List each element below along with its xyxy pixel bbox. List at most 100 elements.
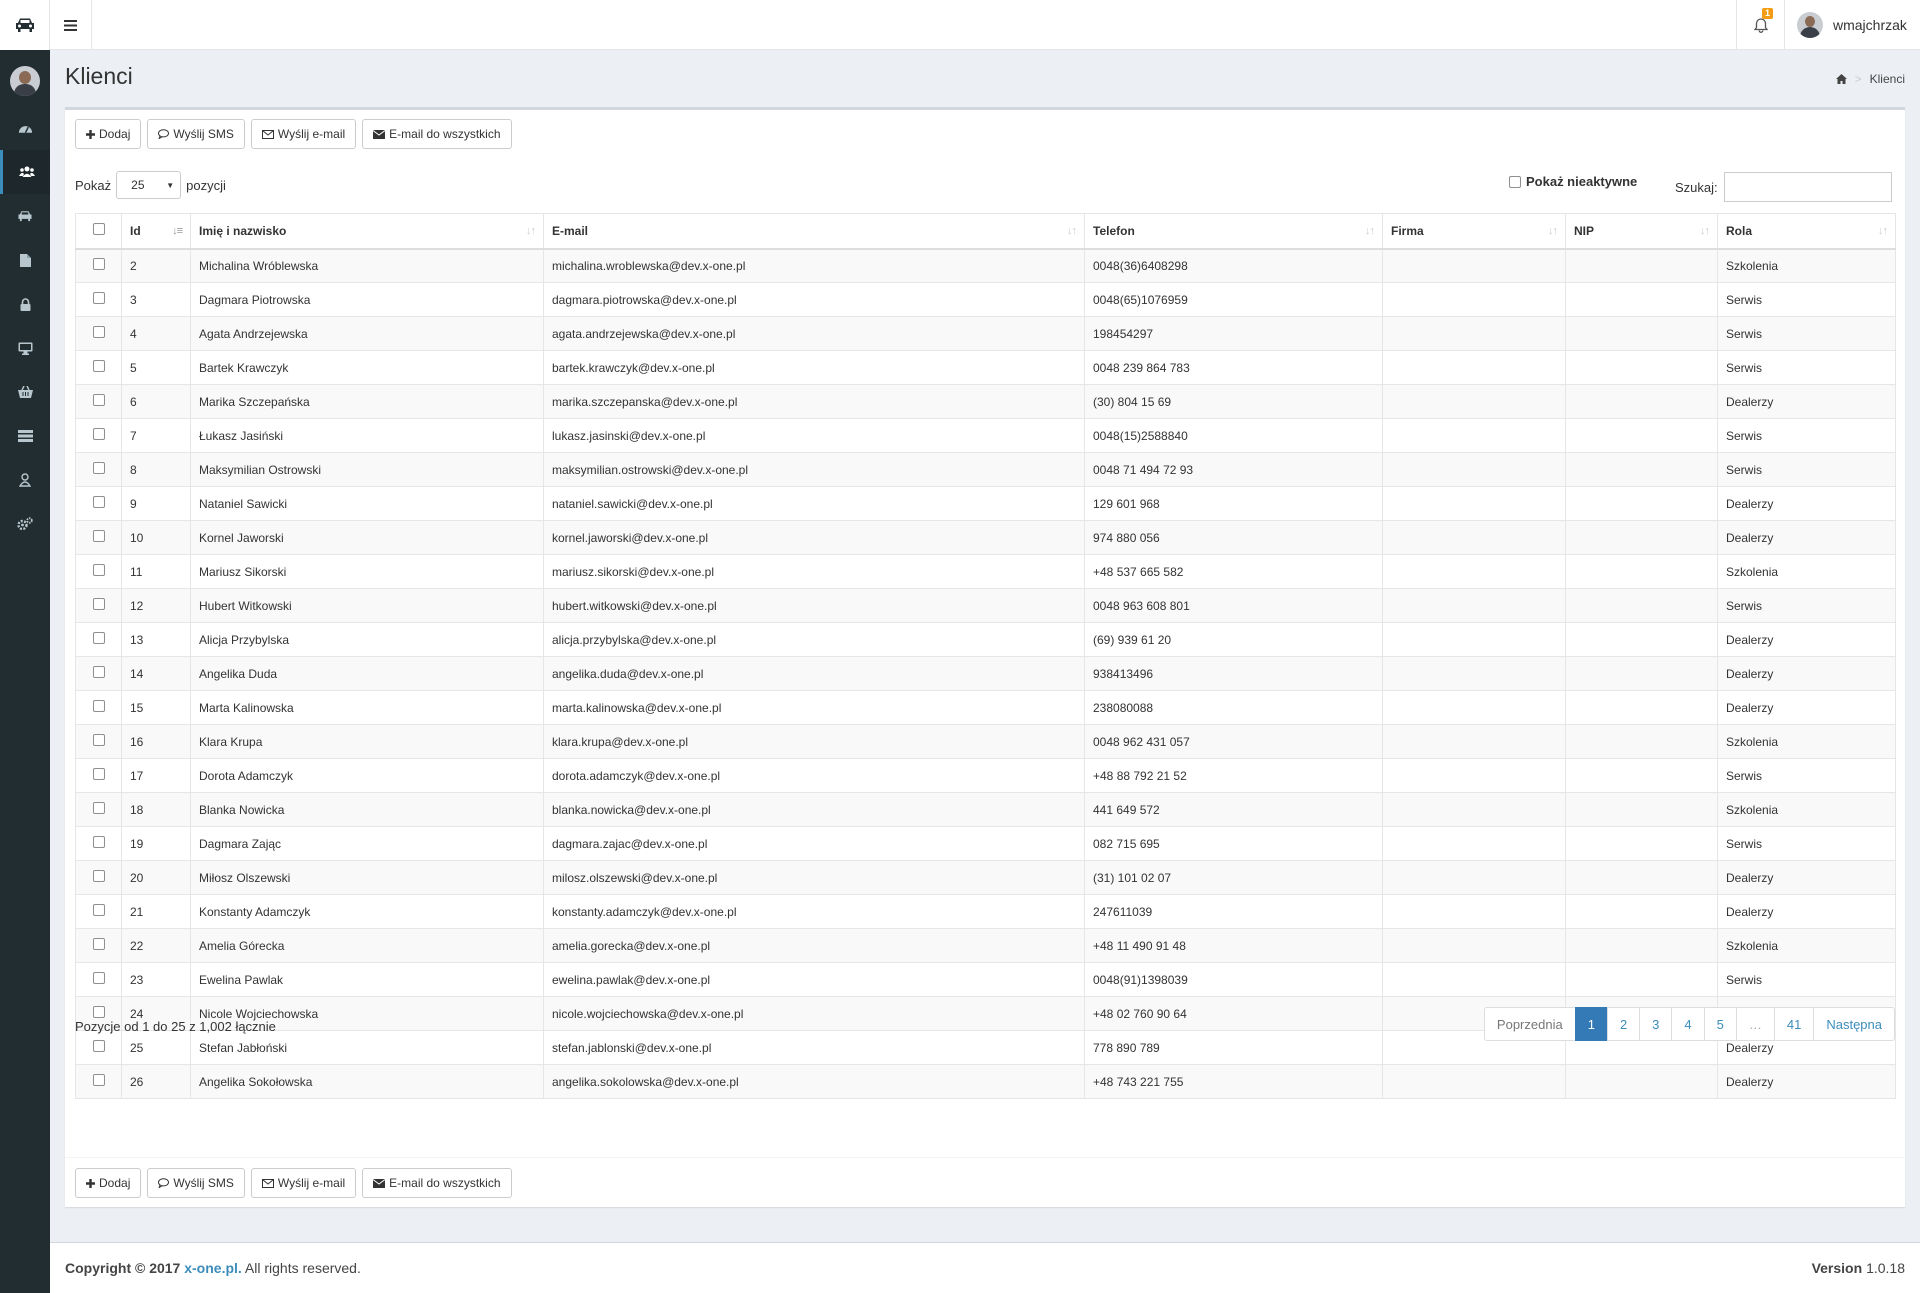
- row-checkbox[interactable]: [92, 564, 105, 576]
- table-row[interactable]: 16 Klara Krupa klara.krupa@dev.x-one.pl 004…: [75, 724, 1896, 759]
- row-checkbox[interactable]: [92, 972, 105, 984]
- email-all-button[interactable]: E-mail do wszystkich: [362, 1168, 512, 1198]
- row-select-cell: [75, 282, 122, 317]
- row-checkbox[interactable]: [92, 904, 105, 916]
- row-checkbox[interactable]: [92, 1040, 105, 1052]
- row-checkbox[interactable]: [92, 632, 105, 644]
- row-checkbox[interactable]: [92, 598, 105, 610]
- table-row[interactable]: 8 Maksymilian Ostrowski maksymilian.ostrow…: [75, 452, 1896, 487]
- row-checkbox[interactable]: [92, 836, 105, 848]
- sidebar-item-settings[interactable]: [0, 502, 50, 546]
- cell-phone: 0048 962 431 057: [1084, 724, 1383, 759]
- column-header-nip[interactable]: NIP ↓↑: [1565, 213, 1718, 250]
- pagination-prev-button[interactable]: Poprzednia: [1483, 1007, 1576, 1041]
- table-row[interactable]: 2 Michalina Wróblewska michalina.wroblewsk…: [75, 248, 1896, 283]
- column-header-id[interactable]: Id ↓≡: [121, 213, 191, 250]
- sidebar-item-documents[interactable]: [0, 238, 50, 282]
- show-inactive-toggle[interactable]: Pokaż nieaktywne: [1509, 174, 1637, 189]
- pagination-page-last[interactable]: 41: [1773, 1007, 1815, 1041]
- row-checkbox[interactable]: [92, 870, 105, 882]
- cell-phone: +48 743 221 755: [1084, 1064, 1383, 1099]
- send-email-button[interactable]: Wyślij e-mail: [250, 1168, 357, 1198]
- user-menu[interactable]: wmajchrzak: [1784, 0, 1920, 50]
- sidebar-item-users[interactable]: [0, 458, 50, 502]
- table-row[interactable]: 11 Mariusz Sikorski mariusz.sikorski@dev.x…: [75, 554, 1896, 589]
- sidebar-toggle-button[interactable]: [50, 0, 92, 50]
- table-row[interactable]: 4 Agata Andrzejewska agata.andrzejewska@de…: [75, 316, 1896, 351]
- sidebar-item-security[interactable]: [0, 282, 50, 326]
- table-row[interactable]: 15 Marta Kalinowska marta.kalinowska@dev.x…: [75, 690, 1896, 725]
- row-checkbox[interactable]: [92, 1074, 105, 1086]
- sidebar-item-dashboard[interactable]: [0, 106, 50, 150]
- pagination-page-4[interactable]: 4: [1671, 1007, 1705, 1041]
- table-row[interactable]: 22 Amelia Górecka amelia.gorecka@dev.x-one…: [75, 928, 1896, 963]
- table-row[interactable]: 9 Nataniel Sawicki nataniel.sawicki@dev.x-…: [75, 486, 1896, 521]
- sidebar-user-avatar[interactable]: [0, 56, 50, 106]
- column-header-name[interactable]: Imię i nazwisko ↓↑: [190, 213, 544, 250]
- home-icon[interactable]: [1835, 74, 1847, 84]
- sidebar-item-shop[interactable]: [0, 370, 50, 414]
- send-sms-button[interactable]: Wyślij SMS: [147, 119, 245, 149]
- table-row[interactable]: 18 Blanka Nowicka blanka.nowicka@dev.x-one…: [75, 792, 1896, 827]
- table-row[interactable]: 13 Alicja Przybylska alicja.przybylska@dev…: [75, 622, 1896, 657]
- cell-email: dagmara.zajac@dev.x-one.pl: [543, 826, 1085, 861]
- column-header-role[interactable]: Rola ↓↑: [1717, 213, 1896, 250]
- row-checkbox[interactable]: [92, 428, 105, 440]
- sidebar-item-clients[interactable]: [0, 150, 50, 194]
- table-row[interactable]: 3 Dagmara Piotrowska dagmara.piotrowska@de…: [75, 282, 1896, 317]
- table-row[interactable]: 7 Łukasz Jasiński lukasz.jasinski@dev.x-on…: [75, 418, 1896, 453]
- table-row[interactable]: 21 Konstanty Adamczyk konstanty.adamczyk@d…: [75, 894, 1896, 929]
- notifications-button[interactable]: 1: [1736, 0, 1784, 50]
- row-checkbox[interactable]: [92, 394, 105, 406]
- row-checkbox[interactable]: [92, 666, 105, 678]
- email-all-button[interactable]: E-mail do wszystkich: [362, 119, 512, 149]
- row-checkbox[interactable]: [92, 768, 105, 780]
- column-header-company[interactable]: Firma ↓↑: [1382, 213, 1566, 250]
- sidebar-item-vehicles[interactable]: [0, 194, 50, 238]
- table-row[interactable]: 17 Dorota Adamczyk dorota.adamczyk@dev.x-o…: [75, 758, 1896, 793]
- row-checkbox[interactable]: [92, 802, 105, 814]
- table-row[interactable]: 26 Angelika Sokołowska angelika.sokolowska…: [75, 1064, 1896, 1099]
- add-button[interactable]: Dodaj: [75, 119, 142, 149]
- sidebar-item-devices[interactable]: [0, 326, 50, 370]
- row-checkbox[interactable]: [92, 360, 105, 372]
- table-row[interactable]: 6 Marika Szczepańska marika.szczepanska@de…: [75, 384, 1896, 419]
- send-sms-button[interactable]: Wyślij SMS: [147, 1168, 245, 1198]
- pagination-page-5[interactable]: 5: [1703, 1007, 1737, 1041]
- pagination-next-button[interactable]: Następna: [1813, 1007, 1895, 1041]
- company-link[interactable]: x-one.pl.: [184, 1260, 242, 1276]
- add-button[interactable]: Dodaj: [75, 1168, 142, 1198]
- table-row[interactable]: 14 Angelika Duda angelika.duda@dev.x-one.p…: [75, 656, 1896, 691]
- row-checkbox[interactable]: [92, 326, 105, 338]
- pagination-page-2[interactable]: 2: [1606, 1007, 1641, 1041]
- show-inactive-checkbox[interactable]: [1509, 175, 1521, 188]
- table-row[interactable]: 10 Kornel Jaworski kornel.jaworski@dev.x-o…: [75, 520, 1896, 555]
- comment-icon: [158, 129, 170, 139]
- app-logo[interactable]: [0, 0, 50, 50]
- column-header-phone[interactable]: Telefon ↓↑: [1084, 213, 1383, 250]
- file-icon: [19, 253, 31, 267]
- pagination-page-3[interactable]: 3: [1639, 1007, 1673, 1041]
- search-input[interactable]: [1723, 172, 1892, 202]
- table-row[interactable]: 23 Ewelina Pawlak ewelina.pawlak@dev.x-one…: [75, 962, 1896, 997]
- send-email-button-label: Wyślij e-mail: [277, 127, 346, 141]
- column-header-email[interactable]: E-mail ↓↑: [543, 213, 1085, 250]
- row-checkbox[interactable]: [92, 258, 105, 271]
- row-checkbox[interactable]: [92, 1006, 105, 1018]
- sidebar-item-servers[interactable]: [0, 414, 50, 458]
- row-checkbox[interactable]: [92, 734, 105, 746]
- page-size-select[interactable]: 25 ▼: [116, 171, 182, 199]
- table-row[interactable]: 19 Dagmara Zając dagmara.zajac@dev.x-one.p…: [75, 826, 1896, 861]
- select-all-checkbox[interactable]: [92, 223, 105, 236]
- row-checkbox[interactable]: [92, 530, 105, 542]
- table-row[interactable]: 20 Miłosz Olszewski milosz.olszewski@dev.x…: [75, 860, 1896, 895]
- row-checkbox[interactable]: [92, 462, 105, 474]
- table-row[interactable]: 12 Hubert Witkowski hubert.witkowski@dev.x…: [75, 588, 1896, 623]
- table-row[interactable]: 5 Bartek Krawczyk bartek.krawczyk@dev.x-on…: [75, 350, 1896, 385]
- send-email-button[interactable]: Wyślij e-mail: [250, 119, 357, 149]
- row-checkbox[interactable]: [92, 292, 105, 304]
- row-checkbox[interactable]: [92, 496, 105, 508]
- pagination-page-1[interactable]: 1: [1574, 1007, 1608, 1041]
- row-checkbox[interactable]: [92, 700, 105, 712]
- row-checkbox[interactable]: [92, 938, 105, 950]
